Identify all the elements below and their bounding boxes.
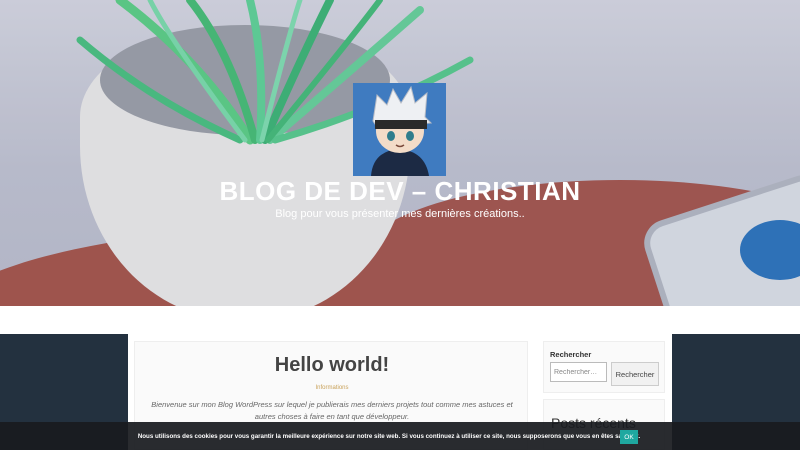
search-widget-title: Rechercher: [550, 350, 592, 359]
site-description: Blog pour vous présenter mes dernières c…: [275, 208, 525, 220]
site-logo-avatar[interactable]: [353, 83, 446, 176]
cookie-banner: Nous utilisons des cookies pour vous gar…: [0, 422, 800, 450]
search-widget: Rechercher Rechercher: [543, 341, 665, 393]
post-category[interactable]: Informations: [135, 385, 529, 391]
search-input[interactable]: [550, 362, 607, 382]
site-title[interactable]: BLOG DE DEV – CHRISTIAN: [0, 176, 800, 207]
search-button[interactable]: Rechercher: [611, 362, 659, 386]
header-band: [0, 306, 800, 334]
post-title[interactable]: Hello world!: [135, 354, 529, 377]
cookie-accept-button[interactable]: OK: [620, 430, 638, 444]
cookie-banner-text: Nous utilisons des cookies pour vous gar…: [137, 433, 641, 440]
post-excerpt: Bienvenue sur mon Blog WordPress sur leq…: [151, 400, 513, 421]
header-hero: BLOG DE DEV – CHRISTIAN Blog pour vous p…: [0, 0, 800, 306]
